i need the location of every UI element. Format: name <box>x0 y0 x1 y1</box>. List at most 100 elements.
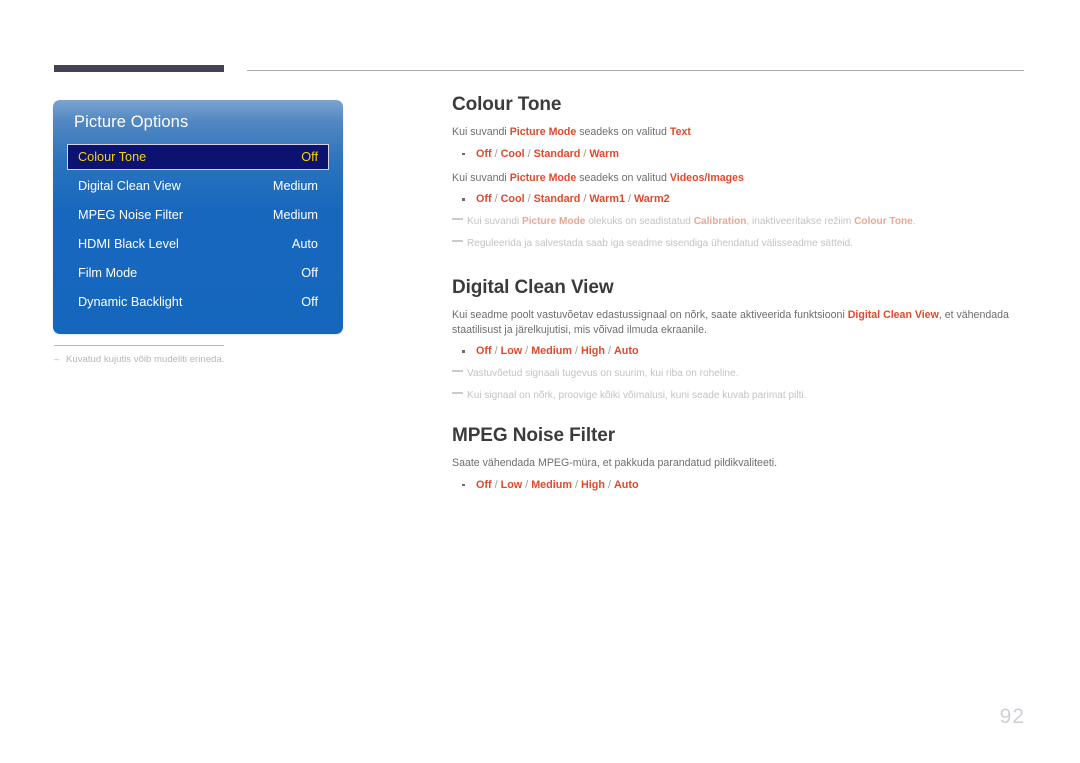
separator: / <box>571 478 581 491</box>
separator: / <box>524 147 534 160</box>
bullet-dot-icon <box>462 483 465 487</box>
option-standard: Standard <box>533 147 581 160</box>
option-warm1: Warm1 <box>589 193 625 206</box>
document-body: Colour Tone Kui suvandi Picture Mode sea… <box>452 94 1030 493</box>
separator: / <box>571 345 581 358</box>
separator: / <box>522 478 532 491</box>
osd-picture-options-panel: Picture Options Colour Tone Off Digital … <box>53 100 343 334</box>
text-fragment: seadeks on valitud <box>576 126 670 138</box>
text-fragment: olekuks on seadistatud <box>585 216 694 228</box>
paragraph-digital-clean-view: Kui seadme poolt vastuvõetav edastussign… <box>452 308 1030 337</box>
text-fragment: Kui signaal on nõrk, proovige kõiki võim… <box>467 390 807 402</box>
text-fragment: Vastuvõetud signaali tugevus on suurim, … <box>467 368 739 380</box>
section-heading: MPEG Noise Filter <box>452 425 616 447</box>
note-external-device-settings: Reguleerida ja salvestada saab iga seadm… <box>452 237 1030 251</box>
osd-row-mpeg-noise-filter[interactable]: MPEG Noise Filter Medium <box>68 203 328 227</box>
section-heading: Digital Clean View <box>452 277 614 299</box>
option-low: Low <box>500 345 523 358</box>
separator: / <box>491 478 501 491</box>
bullet-dot-icon <box>462 198 465 201</box>
text-fragment: Kui suvandi <box>452 171 510 184</box>
paragraph-colour-tone-text-mode: Kui suvandi Picture Mode seadeks on vali… <box>452 125 1030 140</box>
bullet-mpeg-noise-filter-options: Off / Low / Medium / High / Auto <box>452 478 1030 493</box>
accent-picture-mode: Picture Mode <box>509 171 577 184</box>
option-standard: Standard <box>533 193 581 206</box>
note-dash-icon <box>452 370 463 372</box>
osd-caption: – Kuvatud kujutis võib mudeliti erineda. <box>54 354 224 365</box>
osd-row-hdmi-black-level[interactable]: HDMI Black Level Auto <box>68 232 328 256</box>
caption-dash-icon: – <box>54 354 60 365</box>
header-accent-bar <box>54 65 224 72</box>
option-warm: Warm <box>589 147 619 160</box>
bullet-dot-icon <box>462 350 465 353</box>
osd-row-label: Colour Tone <box>78 150 147 164</box>
separator: / <box>625 193 634 206</box>
note-signal-strength-green: Vastuvõetud signaali tugevus on suurim, … <box>452 367 1030 381</box>
separator: / <box>604 478 614 491</box>
osd-row-dynamic-backlight[interactable]: Dynamic Backlight Off <box>68 290 328 314</box>
option-high: High <box>580 478 605 491</box>
osd-row-value: Auto <box>291 237 318 251</box>
option-off: Off <box>476 147 492 160</box>
accent-text: Text <box>669 126 691 138</box>
paragraph-colour-tone-videos-mode: Kui suvandi Picture Mode seadeks on vali… <box>452 171 1030 186</box>
section-colour-tone: Colour Tone Kui suvandi Picture Mode sea… <box>452 94 1030 251</box>
osd-row-colour-tone[interactable]: Colour Tone Off <box>67 144 329 170</box>
option-auto: Auto <box>613 478 639 491</box>
osd-row-digital-clean-view[interactable]: Digital Clean View Medium <box>68 174 328 198</box>
osd-row-film-mode[interactable]: Film Mode Off <box>68 261 328 285</box>
bullet-digital-clean-view-options: Off / Low / Medium / High / Auto <box>452 344 1030 359</box>
note-calibration-disables-colour-tone: Kui suvandi Picture Mode olekuks on sead… <box>452 215 1030 229</box>
separator: / <box>491 193 501 206</box>
osd-row-label: MPEG Noise Filter <box>78 208 184 222</box>
caption-text: Kuvatud kujutis võib mudeliti erineda. <box>66 354 225 365</box>
option-cool: Cool <box>500 193 525 206</box>
option-off: Off <box>476 193 492 206</box>
option-high: High <box>580 345 605 358</box>
header-divider-line <box>247 70 1024 71</box>
osd-panel-title: Picture Options <box>74 113 189 131</box>
option-off: Off <box>476 478 492 491</box>
section-digital-clean-view: Digital Clean View Kui seadme poolt vast… <box>452 277 1030 403</box>
separator: / <box>524 193 534 206</box>
text-fragment: Saate vähendada MPEG-müra, et pakkuda pa… <box>452 457 778 470</box>
paragraph-mpeg-noise-filter: Saate vähendada MPEG-müra, et pakkuda pa… <box>452 456 1030 471</box>
separator: / <box>491 147 501 160</box>
section-heading: Colour Tone <box>452 94 562 115</box>
osd-row-value: Off <box>301 266 318 280</box>
osd-row-label: HDMI Black Level <box>78 237 179 251</box>
text-fragment: seadeks on valitud <box>576 171 670 184</box>
bullet-dot-icon <box>462 152 465 156</box>
text-fragment: Kui suvandi <box>452 126 510 138</box>
accent-digital-clean-view: Digital Clean View <box>847 309 939 322</box>
option-cool: Cool <box>500 147 525 160</box>
text-fragment: Kui suvandi <box>467 216 522 228</box>
text-fragment: . <box>912 216 916 228</box>
osd-row-label: Digital Clean View <box>78 179 181 193</box>
osd-row-label: Dynamic Backlight <box>78 295 183 309</box>
option-medium: Medium <box>531 345 572 358</box>
separator: / <box>604 345 614 358</box>
osd-row-value: Medium <box>272 208 318 222</box>
text-fragment: Reguleerida ja salvestada saab iga seadm… <box>467 238 854 250</box>
accent-calibration: Calibration <box>693 216 747 228</box>
option-off: Off <box>476 345 492 358</box>
option-low: Low <box>500 478 523 491</box>
accent-picture-mode: Picture Mode <box>509 126 577 138</box>
option-medium: Medium <box>531 478 572 491</box>
section-mpeg-noise-filter: MPEG Noise Filter Saate vähendada MPEG-m… <box>452 425 1030 493</box>
osd-row-label: Film Mode <box>78 266 138 280</box>
note-weak-signal-try-options: Kui signaal on nõrk, proovige kõiki võim… <box>452 389 1030 403</box>
accent-colour-tone: Colour Tone <box>854 216 913 228</box>
separator: / <box>522 345 532 358</box>
page-number: 92 <box>999 705 1025 728</box>
accent-videos-images: Videos/Images <box>669 171 744 184</box>
note-dash-icon <box>452 392 463 394</box>
osd-row-value: Off <box>301 150 318 164</box>
accent-picture-mode: Picture Mode <box>522 216 586 228</box>
bullet-colour-tone-options-text: Off / Cool / Standard / Warm <box>452 147 1030 162</box>
option-auto: Auto <box>613 345 639 358</box>
note-dash-icon <box>452 240 463 242</box>
